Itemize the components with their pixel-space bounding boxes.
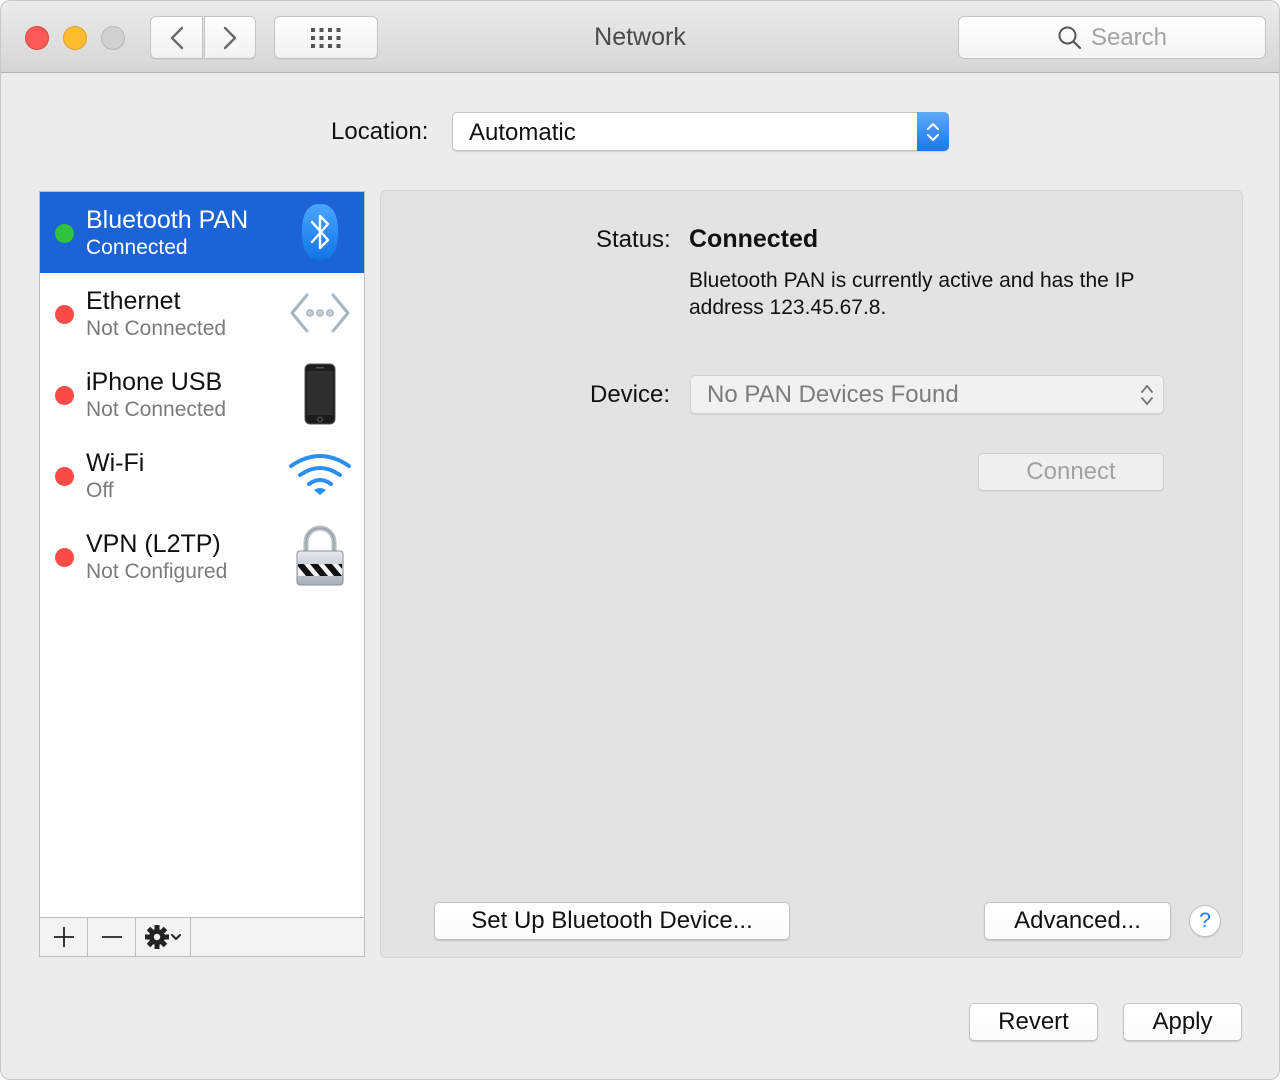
service-item-vpn[interactable]: VPN (L2TP) Not Configured	[40, 516, 364, 597]
device-select[interactable]: No PAN Devices Found	[690, 375, 1164, 414]
service-name: Ethernet	[86, 287, 181, 315]
minus-icon	[101, 936, 122, 938]
search-icon	[1058, 26, 1082, 49]
title-bar: Network Search	[1, 1, 1279, 73]
updown-chevron-icon	[917, 112, 949, 151]
status-dot-disconnected	[55, 386, 74, 405]
minimize-window-button[interactable]	[63, 26, 87, 50]
service-name: Bluetooth PAN	[86, 206, 249, 234]
search-field[interactable]: Search	[958, 16, 1266, 59]
set-up-bluetooth-device-button[interactable]: Set Up Bluetooth Device...	[434, 902, 790, 940]
action-menu-button[interactable]	[136, 918, 191, 956]
forward-button[interactable]	[204, 16, 256, 59]
status-label: Status:	[596, 226, 671, 253]
gear-icon	[145, 925, 169, 949]
service-state: Off	[86, 479, 114, 502]
grid-icon	[311, 27, 341, 48]
service-name: VPN (L2TP)	[86, 530, 221, 558]
service-item-iphone-usb[interactable]: iPhone USB Not Connected	[40, 354, 364, 435]
vpn-lock-icon	[288, 524, 352, 588]
service-name: Wi-Fi	[86, 449, 145, 477]
service-item-wifi[interactable]: Wi-Fi Off	[40, 435, 364, 516]
device-value: No PAN Devices Found	[707, 381, 959, 408]
device-label: Device:	[590, 381, 671, 408]
service-state: Not Connected	[86, 317, 227, 340]
ethernet-icon	[288, 281, 352, 345]
status-dot-connected	[55, 224, 74, 243]
network-preferences-window: Network Search Location: Automatic Bluet…	[0, 0, 1280, 1080]
wifi-icon	[288, 443, 352, 507]
service-name: iPhone USB	[86, 368, 223, 396]
close-window-button[interactable]	[25, 26, 49, 50]
revert-button[interactable]: Revert	[969, 1003, 1098, 1041]
status-description: Bluetooth PAN is currently active and ha…	[689, 269, 1135, 319]
chevron-down-icon	[171, 934, 181, 940]
service-state: Not Connected	[86, 398, 227, 421]
iphone-icon	[288, 362, 352, 426]
service-list: Bluetooth PAN Connected Ethernet Not Con…	[39, 191, 365, 957]
add-service-button[interactable]	[40, 918, 88, 956]
help-button[interactable]: ?	[1189, 905, 1221, 937]
plus-icon	[53, 927, 74, 947]
status-dot-disconnected	[55, 467, 74, 486]
status-value: Connected	[689, 225, 819, 253]
connect-button[interactable]: Connect	[978, 453, 1164, 491]
service-state: Connected	[86, 236, 188, 259]
service-list-toolbar	[40, 917, 364, 956]
search-placeholder: Search	[1090, 23, 1168, 51]
service-state: Not Configured	[86, 560, 228, 583]
remove-service-button[interactable]	[88, 918, 136, 956]
show-all-button[interactable]	[274, 16, 378, 59]
zoom-window-button[interactable]	[101, 26, 125, 50]
chevron-right-icon	[223, 26, 237, 49]
status-dot-disconnected	[55, 305, 74, 324]
location-select[interactable]: Automatic	[452, 112, 949, 151]
advanced-button[interactable]: Advanced...	[984, 902, 1171, 940]
service-item-ethernet[interactable]: Ethernet Not Connected	[40, 273, 364, 354]
location-value: Automatic	[469, 119, 576, 146]
updown-chevron-icon	[1141, 385, 1153, 405]
service-detail-pane: Status: Connected Bluetooth PAN is curre…	[380, 190, 1243, 958]
service-item-bluetooth-pan[interactable]: Bluetooth PAN Connected	[40, 192, 364, 273]
location-label: Location:	[331, 118, 429, 145]
apply-button[interactable]: Apply	[1123, 1003, 1242, 1041]
back-button[interactable]	[150, 16, 203, 59]
bluetooth-icon	[288, 200, 352, 264]
chevron-left-icon	[170, 26, 183, 49]
status-dot-disconnected	[55, 548, 74, 567]
